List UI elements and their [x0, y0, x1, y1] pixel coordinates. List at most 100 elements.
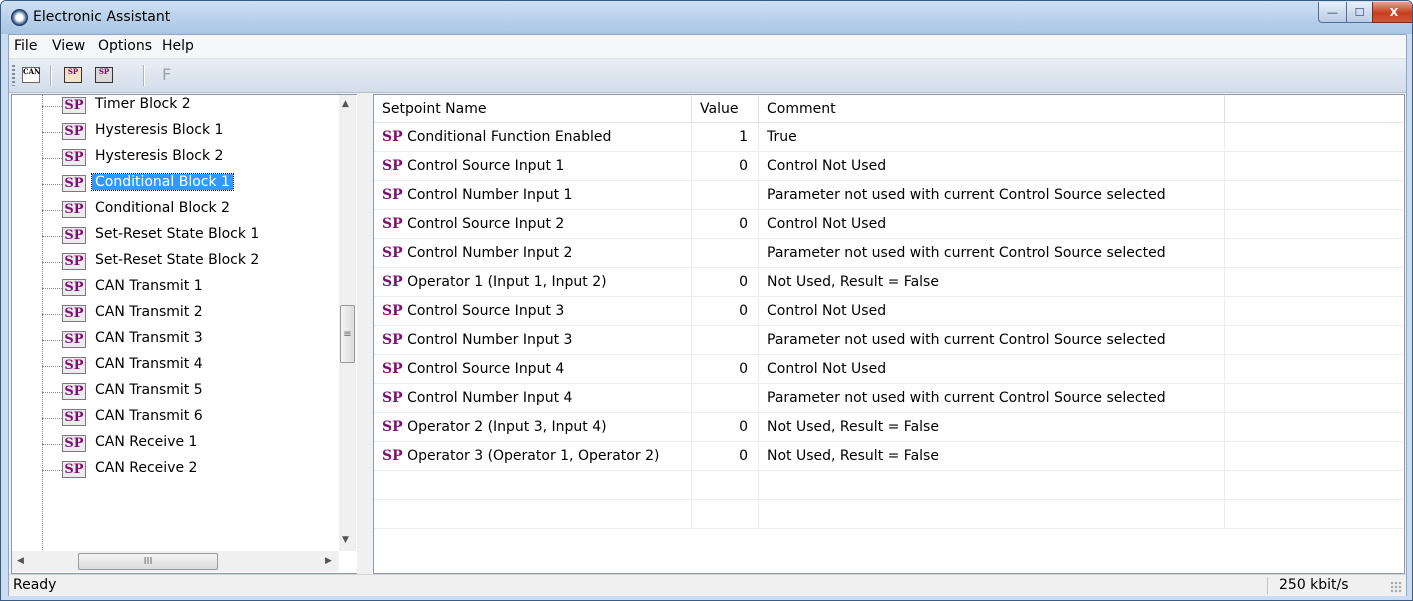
close-icon: X — [1389, 5, 1399, 19]
column-header-value[interactable]: Value — [692, 95, 759, 123]
setpoint-name-cell: SP Control Source Input 1 — [374, 152, 692, 180]
setpoint-name: Control Number Input 3 — [407, 332, 573, 348]
tree-vertical-scrollbar[interactable]: ▲ ≡ ▼ — [339, 95, 356, 551]
tree-item-label: Timer Block 2 — [95, 96, 191, 112]
tree-item[interactable]: SP Timer Block 2 — [12, 95, 342, 119]
table-row[interactable]: SP Control Source Input 1 0 Control Not Us… — [374, 152, 1404, 181]
close-button[interactable]: X — [1372, 2, 1412, 23]
value-cell[interactable] — [692, 384, 759, 412]
f-button[interactable]: F — [162, 65, 171, 84]
value-cell[interactable]: 0 — [692, 355, 759, 383]
tree-item[interactable]: SP Hysteresis Block 1 — [12, 119, 342, 145]
sp-tag-icon: SP — [382, 274, 403, 290]
menu-options[interactable]: Options — [98, 38, 152, 54]
tree-item[interactable]: SP Conditional Block 2 — [12, 197, 342, 223]
tree-item[interactable]: SP CAN Transmit 5 — [12, 379, 342, 405]
scroll-thumb[interactable]: ≡ — [340, 305, 355, 363]
setpoint-name-cell: SP Control Number Input 1 — [374, 181, 692, 209]
value-cell[interactable]: 0 — [692, 297, 759, 325]
tree-item[interactable]: SP CAN Receive 2 — [12, 457, 342, 483]
comment-cell: True — [759, 123, 1225, 151]
table-row[interactable]: SP Control Number Input 3 Parameter not u… — [374, 326, 1404, 355]
column-header-comment[interactable]: Comment — [759, 95, 1225, 123]
baud-rate: 250 kbit/s — [1279, 577, 1349, 593]
tree-item[interactable]: SP Set-Reset State Block 2 — [12, 249, 342, 275]
tree-item[interactable]: SP CAN Transmit 1 — [12, 275, 342, 301]
sp-save-button[interactable]: SP — [93, 64, 115, 86]
tree-horizontal-scrollbar[interactable]: ◀ III ▶ — [12, 551, 339, 572]
table-row[interactable]: SP Control Number Input 2 Parameter not u… — [374, 239, 1404, 268]
tree-item[interactable]: SP Conditional Block 1 — [12, 171, 342, 197]
scroll-up-icon[interactable]: ▲ — [342, 99, 349, 109]
sp-tag-icon: SP — [382, 216, 403, 232]
minimize-button[interactable]: — — [1318, 2, 1347, 23]
value-cell[interactable]: 0 — [692, 442, 759, 470]
tree-connector — [42, 210, 62, 211]
column-header-name[interactable]: Setpoint Name — [374, 95, 692, 123]
sp-icon: SP — [62, 409, 86, 426]
value-cell[interactable]: 0 — [692, 413, 759, 441]
sp-icon: SP — [62, 279, 86, 296]
menu-file[interactable]: File — [14, 38, 37, 54]
tree-item[interactable]: SP Set-Reset State Block 1 — [12, 223, 342, 249]
setpoint-name-cell: SP Control Source Input 4 — [374, 355, 692, 383]
sp-icon: SP — [62, 357, 86, 374]
value-cell[interactable] — [692, 239, 759, 267]
value-cell[interactable]: 0 — [692, 152, 759, 180]
table-row[interactable]: SP Control Source Input 4 0 Control Not Us… — [374, 355, 1404, 384]
maximize-button[interactable]: ☐ — [1346, 2, 1373, 23]
scroll-right-icon[interactable]: ▶ — [325, 556, 332, 566]
toolbar-grip[interactable] — [12, 65, 15, 86]
sp-tag-icon: SP — [382, 129, 403, 145]
sp-tag-icon: SP — [382, 245, 403, 261]
setpoint-name: Control Source Input 2 — [407, 216, 565, 232]
table-row[interactable]: SP Conditional Function Enabled 1 True — [374, 123, 1404, 152]
tree-item-label: Hysteresis Block 2 — [95, 148, 224, 164]
value-cell[interactable] — [692, 326, 759, 354]
table-row[interactable]: SP Operator 1 (Input 1, Input 2) 0 Not Use… — [374, 268, 1404, 297]
tree-item[interactable]: SP CAN Transmit 3 — [12, 327, 342, 353]
menu-view[interactable]: View — [52, 38, 85, 54]
scroll-left-icon[interactable]: ◀ — [17, 556, 24, 566]
sp-icon: SP — [62, 201, 86, 218]
value-cell[interactable]: 0 — [692, 210, 759, 238]
tree-item[interactable]: SP CAN Transmit 6 — [12, 405, 342, 431]
value-cell[interactable]: 0 — [692, 268, 759, 296]
setpoint-name-cell: SP Control Number Input 4 — [374, 384, 692, 412]
table-row[interactable]: SP Operator 3 (Operator 1, Operator 2) 0 N… — [374, 442, 1404, 471]
tree-item-label: CAN Transmit 1 — [95, 278, 203, 294]
tree-item[interactable]: SP Hysteresis Block 2 — [12, 145, 342, 171]
tree-item[interactable]: SP CAN Receive 1 — [12, 431, 342, 457]
can-connect-button[interactable]: CAN — [20, 64, 42, 86]
setpoint-name: Control Source Input 4 — [407, 361, 565, 377]
sp-icon: SP — [62, 253, 86, 270]
resize-grip-icon[interactable] — [1390, 581, 1402, 593]
sp-download-button[interactable]: SP — [62, 64, 84, 86]
menu-help[interactable]: Help — [162, 38, 194, 54]
title-bar[interactable]: Electronic Assistant — ☐ X — [1, 1, 1412, 34]
minimize-icon: — — [1327, 5, 1338, 19]
setpoint-tree: SP Timer Block 2 SP Hysteresis Block 1 SP Hys… — [11, 94, 358, 574]
comment-cell: Control Not Used — [759, 297, 1225, 325]
client-area: File View Options Help CAN SP SP F SP Tim… — [8, 34, 1407, 596]
setpoint-name: Control Number Input 1 — [407, 187, 573, 203]
table-row[interactable]: SP Control Source Input 2 0 Control Not Us… — [374, 210, 1404, 239]
sp-download-icon: SP — [64, 67, 82, 83]
hscroll-thumb[interactable]: III — [78, 553, 218, 570]
tree-item[interactable]: SP CAN Transmit 2 — [12, 301, 342, 327]
tree-item-label: CAN Transmit 6 — [95, 408, 203, 424]
value-cell[interactable] — [692, 181, 759, 209]
sp-icon: SP — [62, 149, 86, 166]
pane-splitter[interactable] — [357, 94, 373, 574]
sp-icon: SP — [62, 227, 86, 244]
table-row[interactable]: SP Control Number Input 1 Parameter not u… — [374, 181, 1404, 210]
table-row[interactable]: SP Operator 2 (Input 3, Input 4) 0 Not Use… — [374, 413, 1404, 442]
app-icon — [11, 9, 28, 26]
table-row[interactable]: SP Control Source Input 3 0 Control Not Us… — [374, 297, 1404, 326]
sp-save-icon: SP — [95, 67, 113, 83]
tree-item-label: Set-Reset State Block 2 — [95, 252, 260, 268]
table-row[interactable]: SP Control Number Input 4 Parameter not u… — [374, 384, 1404, 413]
tree-item[interactable]: SP CAN Transmit 4 — [12, 353, 342, 379]
value-cell[interactable]: 1 — [692, 123, 759, 151]
scroll-down-icon[interactable]: ▼ — [342, 535, 349, 545]
